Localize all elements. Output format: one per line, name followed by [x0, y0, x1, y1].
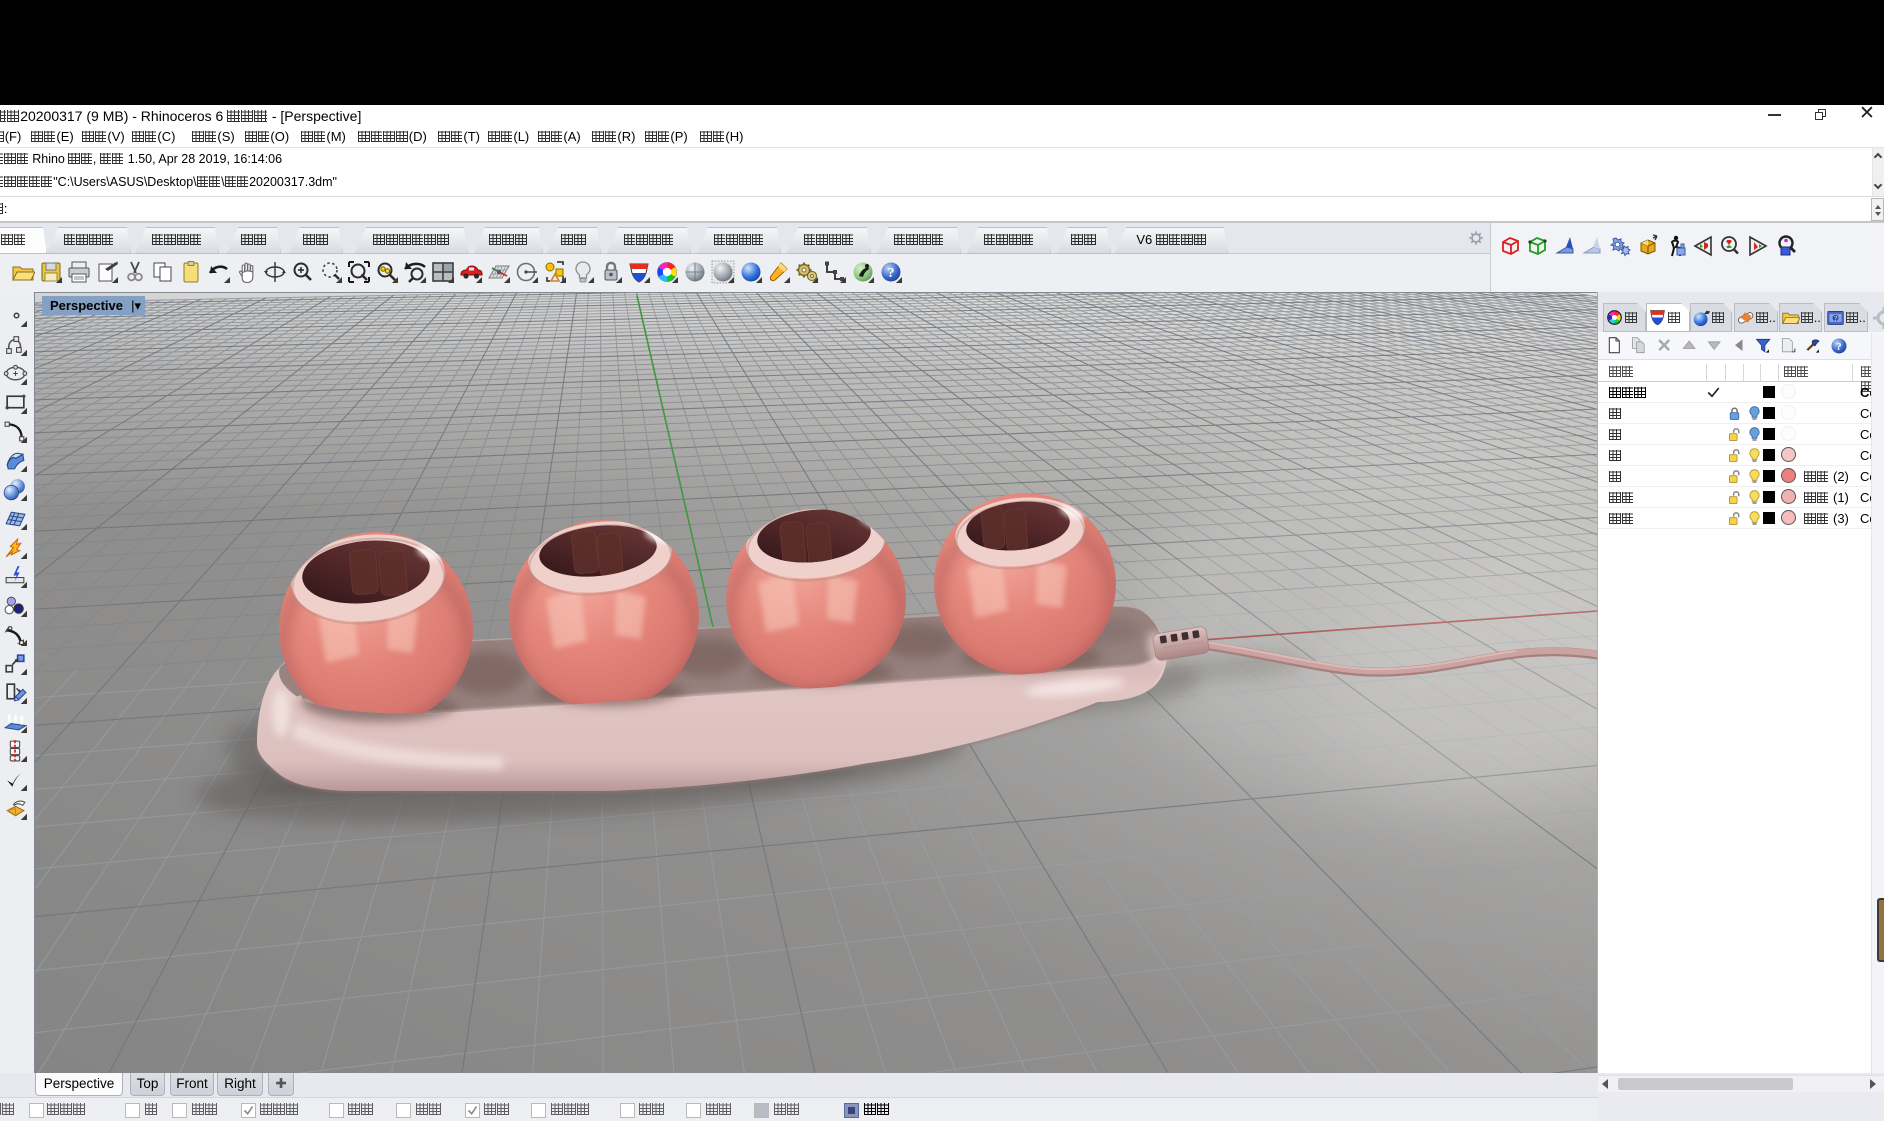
svg-text:?: ? [888, 266, 895, 281]
svg-text:?: ? [1836, 341, 1841, 353]
svg-text:?: ? [1834, 314, 1838, 323]
